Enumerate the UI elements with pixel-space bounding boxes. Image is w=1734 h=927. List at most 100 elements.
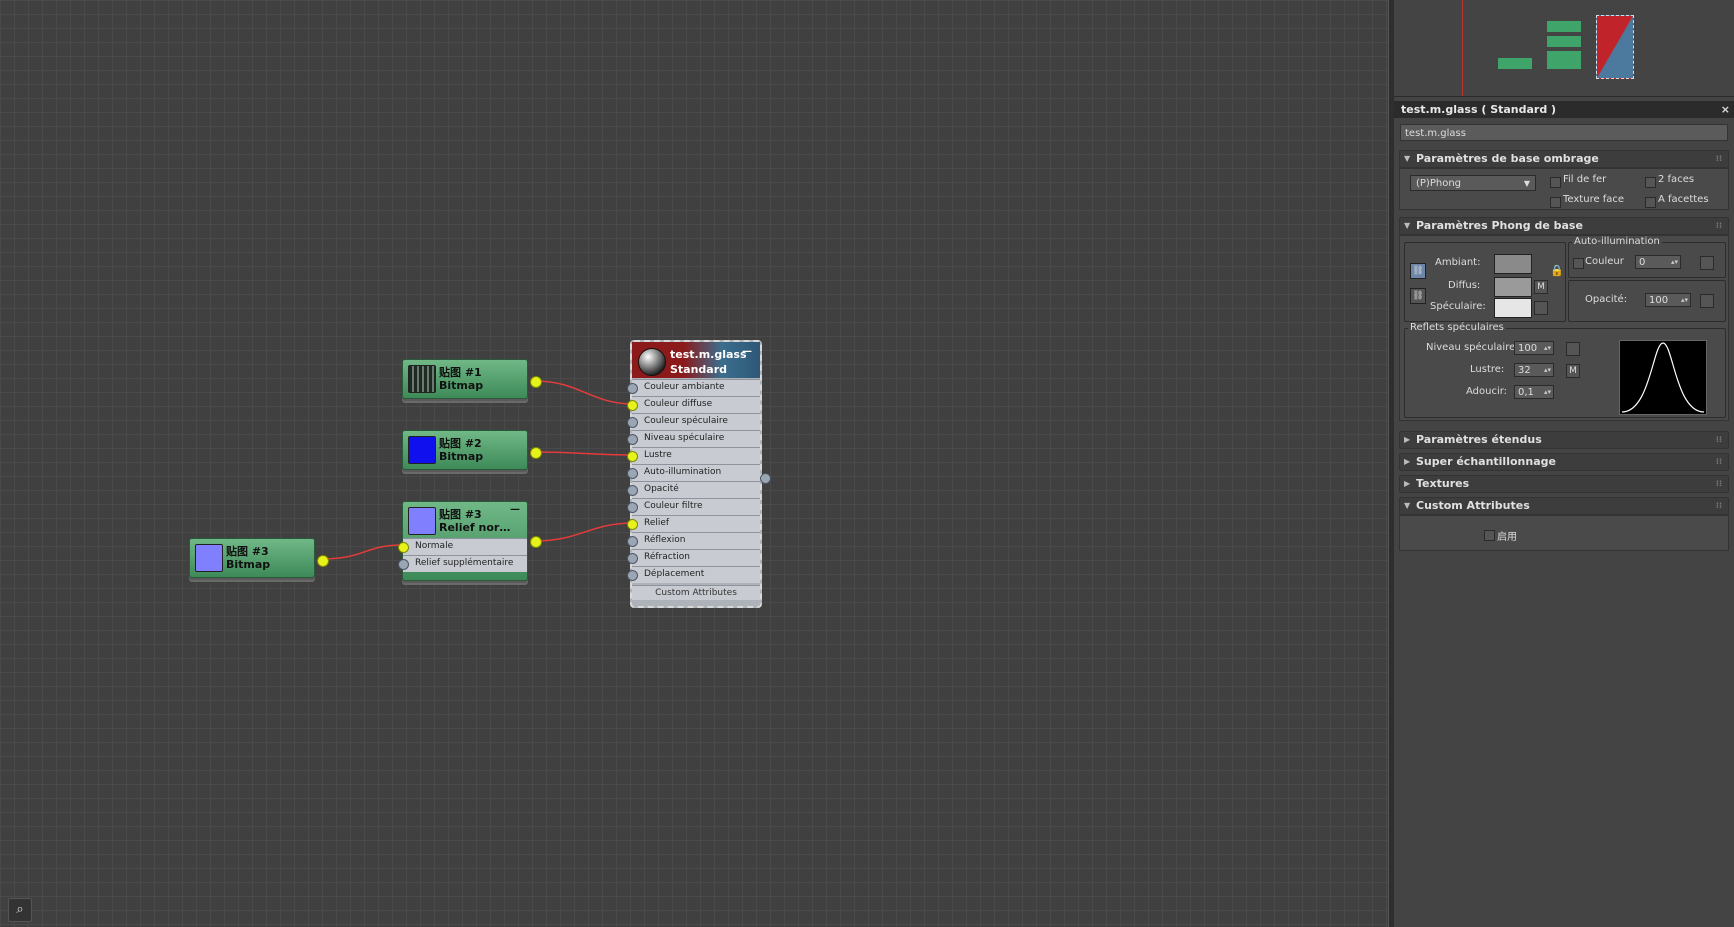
material-slot[interactable]: Couleur spéculaire: [627, 413, 760, 430]
enable-label: 启用: [1497, 532, 1517, 543]
input-port[interactable]: [398, 542, 409, 553]
link-icon[interactable]: ⛓: [1410, 288, 1426, 304]
input-port[interactable]: [627, 553, 638, 564]
spec-level-spinner[interactable]: 100 ▴▾: [1514, 341, 1554, 355]
expand-arrow-icon: ▶: [1404, 457, 1411, 466]
material-slot[interactable]: Lustre: [627, 447, 760, 464]
navigator-node: [1547, 21, 1581, 32]
rollout-extended-header[interactable]: ▶ Paramètres étendus ⁝⁝: [1399, 431, 1729, 449]
specular-highlights-title: Reflets spéculaires: [1408, 322, 1506, 333]
bitmap-node-3[interactable]: 贴图 #3 Bitmap: [189, 538, 329, 578]
self-illumination-title: Auto-illumination: [1572, 236, 1662, 247]
node-title: 贴图 #3: [439, 508, 482, 521]
rollout-shading-body: (P)Phong ▼ Fil de fer 2 faces Texture fa…: [1399, 168, 1729, 210]
output-port[interactable]: [530, 447, 542, 459]
minimize-button[interactable]: —: [510, 504, 520, 515]
input-port[interactable]: [627, 485, 638, 496]
navigator-preview[interactable]: [1394, 0, 1734, 97]
ambient-swatch[interactable]: [1494, 254, 1532, 274]
input-port[interactable]: [627, 383, 638, 394]
ambient-label: Ambiant:: [1435, 257, 1481, 268]
navigator-marker: [1462, 0, 1463, 96]
bitmap-node-1[interactable]: 贴图 #1 Bitmap: [402, 359, 542, 399]
navigator-node: [1547, 36, 1581, 47]
material-slot[interactable]: Relief: [627, 515, 760, 532]
material-name-input[interactable]: test.m.glass: [1400, 124, 1728, 141]
face-map-checkbox[interactable]: [1550, 197, 1561, 208]
input-port[interactable]: [627, 502, 638, 513]
material-node-header[interactable]: test.m.glass Standard —: [632, 342, 760, 378]
gloss-spinner[interactable]: 32 ▴▾: [1514, 363, 1554, 377]
slot-normal[interactable]: Normale: [398, 538, 527, 555]
bitmap-node-2[interactable]: 贴图 #2 Bitmap: [402, 430, 542, 470]
diffuse-swatch[interactable]: [1494, 277, 1532, 297]
input-port[interactable]: [627, 468, 638, 479]
minimize-button[interactable]: —: [742, 346, 752, 357]
input-port[interactable]: [627, 519, 638, 530]
material-slot[interactable]: Couleur filtre: [627, 498, 760, 515]
close-icon[interactable]: ×: [1721, 101, 1730, 118]
output-port[interactable]: [530, 536, 542, 548]
material-node[interactable]: test.m.glass Standard — Couleur ambiante…: [627, 340, 771, 608]
material-slot[interactable]: Auto-illumination: [627, 464, 760, 481]
input-port[interactable]: [627, 570, 638, 581]
self-illum-map-button[interactable]: [1700, 256, 1714, 270]
specular-label: Spéculaire:: [1430, 301, 1486, 312]
input-port[interactable]: [627, 434, 638, 445]
self-illum-spinner[interactable]: 0 ▴▾: [1635, 255, 1681, 269]
shader-dropdown[interactable]: (P)Phong ▼: [1410, 175, 1536, 191]
material-slot[interactable]: Réfraction: [627, 549, 760, 566]
specular-swatch[interactable]: [1494, 298, 1532, 318]
rollout-custom-attributes-header[interactable]: ▼ Custom Attributes ⁝⁝: [1399, 497, 1729, 515]
node-type: Bitmap: [226, 558, 271, 571]
wire-label: Fil de fer: [1563, 174, 1607, 185]
normal-bump-node[interactable]: 贴图 #3 Relief nor… — Normale Relief suppl…: [398, 501, 542, 581]
opacity-spinner[interactable]: 100 ▴▾: [1645, 293, 1691, 307]
diffuse-map-button[interactable]: M: [1534, 280, 1548, 294]
material-slot[interactable]: Couleur ambiante: [627, 379, 760, 396]
enable-checkbox[interactable]: [1484, 530, 1495, 541]
input-port[interactable]: [627, 451, 638, 462]
node-editor-canvas[interactable]: 贴图 #1 Bitmap 贴图 #2 Bitmap 贴图 #3 Relief n…: [0, 0, 1389, 927]
material-slot[interactable]: Opacité: [627, 481, 760, 498]
input-port[interactable]: [627, 536, 638, 547]
output-port[interactable]: [317, 555, 329, 567]
two-sided-checkbox[interactable]: [1645, 177, 1656, 188]
spec-level-label: Niveau spéculaire:: [1426, 342, 1519, 353]
rollout-phong-header[interactable]: ▼ Paramètres Phong de base ⁝⁝: [1399, 217, 1729, 235]
lock-icon[interactable]: 🔒: [1550, 264, 1564, 277]
normal-bump-thumbnail: [408, 507, 436, 535]
wire-normalbump-relief: [534, 522, 635, 542]
faceted-checkbox[interactable]: [1645, 197, 1656, 208]
input-port[interactable]: [398, 559, 409, 570]
material-slot[interactable]: Réflexion: [627, 532, 760, 549]
gloss-map-button[interactable]: M: [1566, 364, 1580, 378]
custom-attributes-slot[interactable]: Custom Attributes: [632, 585, 760, 600]
material-output-port[interactable]: [760, 473, 771, 484]
node-type: Bitmap: [439, 450, 484, 463]
expand-arrow-icon: ▶: [1404, 479, 1411, 488]
rollout-maps-header[interactable]: ▶ Textures ⁝⁝: [1399, 475, 1729, 493]
spec-level-map-button[interactable]: [1566, 342, 1580, 356]
wire-checkbox[interactable]: [1550, 177, 1561, 188]
node-type: Relief nor…: [439, 521, 511, 534]
output-port[interactable]: [530, 376, 542, 388]
rollout-shading-header[interactable]: ▼ Paramètres de base ombrage ⁝⁝: [1399, 150, 1729, 168]
binoculars-icon[interactable]: ⌕: [8, 898, 32, 922]
self-illum-color-checkbox[interactable]: [1573, 258, 1584, 269]
opacity-map-button[interactable]: [1700, 294, 1714, 308]
bitmap-thumbnail-2: [408, 436, 436, 464]
rollout-supersampling-header[interactable]: ▶ Super échantillonnage ⁝⁝: [1399, 453, 1729, 471]
bitmap-thumbnail-1: [408, 365, 436, 393]
lock-ambient-diffuse-icon[interactable]: ⛓: [1410, 263, 1426, 279]
navigator-node: [1498, 58, 1532, 69]
specular-map-button[interactable]: [1534, 301, 1548, 315]
soften-spinner[interactable]: 0,1 ▴▾: [1514, 385, 1554, 399]
slot-additional-bump[interactable]: Relief supplémentaire: [398, 555, 527, 572]
material-slot[interactable]: Niveau spéculaire: [627, 430, 760, 447]
material-slot[interactable]: Couleur diffuse: [627, 396, 760, 413]
material-slot[interactable]: Déplacement: [627, 566, 760, 583]
highlight-curve-graph: [1619, 340, 1707, 415]
input-port[interactable]: [627, 400, 638, 411]
input-port[interactable]: [627, 417, 638, 428]
